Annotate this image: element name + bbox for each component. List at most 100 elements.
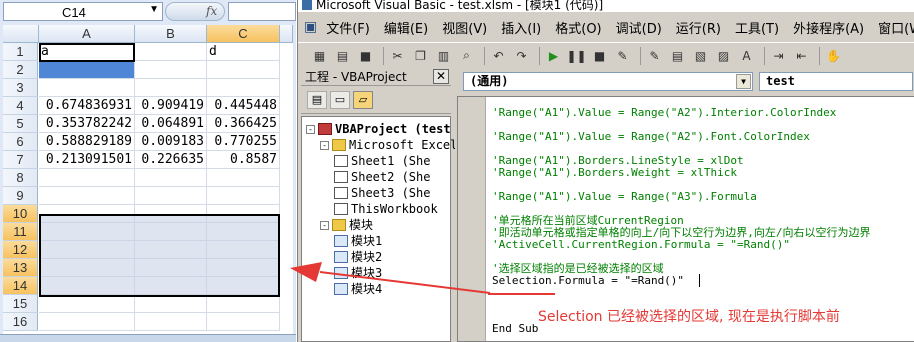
cell-c4[interactable]: 0.445448	[207, 97, 280, 115]
properties-icon[interactable]: ▤	[668, 46, 687, 65]
tree-node[interactable]: 模块2	[334, 249, 382, 265]
tree-node[interactable]: - Microsoft Excel	[320, 137, 457, 153]
cell-b3[interactable]	[135, 79, 207, 97]
collapse-icon[interactable]: -	[306, 124, 315, 134]
cell-b2[interactable]	[135, 61, 207, 79]
row-header-13[interactable]: 13	[3, 259, 38, 277]
copy-icon[interactable]: ❐	[411, 46, 430, 65]
insert-userform-icon[interactable]: ▤	[333, 46, 352, 65]
cell-a6[interactable]: 0.588829189	[39, 133, 135, 151]
cell-a7[interactable]: 0.213091501	[39, 151, 135, 169]
tree-node[interactable]: 模块1	[334, 233, 382, 249]
cell-c2[interactable]	[207, 61, 280, 79]
tree-node[interactable]: Sheet2 (She	[334, 169, 430, 185]
cell-c1[interactable]: d	[207, 43, 280, 61]
tree-node[interactable]: ThisWorkbook	[334, 201, 438, 217]
tree-node[interactable]: Sheet3 (She	[334, 185, 430, 201]
selected-range[interactable]	[39, 214, 280, 297]
menu-item-7[interactable]: 工具(T)	[728, 18, 786, 37]
cell-a15[interactable]	[39, 295, 135, 313]
cell-b6[interactable]: 0.009183	[135, 133, 207, 151]
view-code-icon[interactable]: ▤	[307, 90, 327, 109]
cell-b1[interactable]	[135, 43, 207, 61]
code-comment-line[interactable]: 'Range("A1").Value = Range("A2").Interio…	[492, 105, 836, 120]
code-comment-line[interactable]: 'Range("A1").Borders.Weight = xlThick	[492, 165, 737, 180]
cell-b5[interactable]: 0.064891	[135, 115, 207, 133]
cell-a4[interactable]: 0.674836931	[39, 97, 135, 115]
reset-icon[interactable]: ■	[590, 46, 609, 65]
formula-bar-input[interactable]	[228, 2, 296, 21]
project-tree[interactable]: - VBAProject (test - Microsoft Excel Sheet1 …	[301, 116, 457, 342]
code-comment-line[interactable]: 'Range("A1").Value = Range("A3").Formula	[492, 189, 757, 204]
code-line[interactable]: End Sub	[492, 321, 538, 336]
menu-item-5[interactable]: 调试(D)	[609, 18, 669, 37]
insert-function-button[interactable]: fx	[165, 2, 225, 21]
procedure-dropdown[interactable]: test	[759, 72, 913, 91]
tree-node[interactable]: - 模块	[320, 217, 373, 233]
menu-item-4[interactable]: 格式(O)	[548, 18, 608, 37]
cell-b16[interactable]	[135, 313, 207, 331]
column-header-c[interactable]: C	[207, 25, 280, 43]
cell-a9[interactable]	[39, 187, 135, 205]
code-comment-line[interactable]: 'ActiveCell.CurrentRegion.Formula = "=Ra…	[492, 237, 790, 252]
hand-icon[interactable]: ✋	[824, 46, 843, 65]
code-comment-line[interactable]: 'Range("A1").Value = Range("A2").Font.Co…	[492, 129, 810, 144]
run-icon[interactable]: ▶	[544, 46, 563, 65]
name-box[interactable]: C14 ▼	[3, 2, 163, 21]
menu-item-8[interactable]: 外接程序(A)	[786, 18, 871, 37]
collapse-icon[interactable]: -	[320, 220, 329, 230]
menu-item-1[interactable]: 编辑(E)	[377, 18, 435, 37]
object-dropdown[interactable]: (通用) ▼	[463, 72, 753, 91]
row-header-4[interactable]: 4	[3, 97, 38, 115]
design-mode-icon[interactable]: ✎	[613, 46, 632, 65]
save-icon[interactable]: ■	[356, 46, 375, 65]
cell-a5[interactable]: 0.353782242	[39, 115, 135, 133]
row-header-12[interactable]: 12	[3, 241, 38, 259]
row-header-11[interactable]: 11	[3, 223, 38, 241]
sheet-tab-strip[interactable]	[0, 334, 296, 342]
row-header-5[interactable]: 5	[3, 115, 38, 133]
tree-node[interactable]: - VBAProject (test	[306, 121, 451, 137]
row-header-7[interactable]: 7	[3, 151, 38, 169]
redo-icon[interactable]: ↷	[512, 46, 531, 65]
cell-c8[interactable]	[207, 169, 280, 187]
project-explorer-icon[interactable]: ✎	[645, 46, 664, 65]
cell-a8[interactable]	[39, 169, 135, 187]
view-excel-icon[interactable]: ▦	[310, 46, 329, 65]
break-icon[interactable]: ❚❚	[566, 46, 586, 65]
row-header-3[interactable]: 3	[3, 79, 38, 97]
chevron-down-icon[interactable]: ▼	[149, 4, 159, 15]
cell-c7[interactable]: 0.8587	[207, 151, 280, 169]
column-header-b[interactable]: B	[135, 25, 207, 43]
paste-icon[interactable]: ▥	[434, 46, 453, 65]
row-header-14[interactable]: 14	[3, 277, 38, 295]
toolbox-icon[interactable]: ▨	[714, 46, 733, 65]
outdent-icon[interactable]: ⇤	[792, 46, 811, 65]
cell-b9[interactable]	[135, 187, 207, 205]
row-header-10[interactable]: 10	[3, 205, 38, 223]
tree-node[interactable]: 模块3	[334, 265, 382, 281]
undo-icon[interactable]: ↶	[489, 46, 508, 65]
indent-icon[interactable]: ⇥	[769, 46, 788, 65]
view-object-icon[interactable]: ▭	[330, 90, 350, 109]
tree-node[interactable]: 模块4	[334, 281, 382, 297]
cell-c9[interactable]	[207, 187, 280, 205]
cell-a16[interactable]	[39, 313, 135, 331]
cell-a3[interactable]	[39, 79, 135, 97]
menu-item-3[interactable]: 插入(I)	[494, 18, 548, 37]
row-header-2[interactable]: 2	[3, 61, 38, 79]
cell-b4[interactable]: 0.909419	[135, 97, 207, 115]
menu-item-6[interactable]: 运行(R)	[669, 18, 728, 37]
object-browser-icon[interactable]: ▧	[691, 46, 710, 65]
row-header-16[interactable]: 16	[3, 313, 38, 331]
row-header-6[interactable]: 6	[3, 133, 38, 151]
cell-a2[interactable]	[39, 61, 135, 79]
code-line[interactable]: Selection.Formula = "=Rand()"	[492, 273, 684, 288]
complete-word-icon[interactable]: A	[737, 46, 756, 65]
excel-view-icon[interactable]: ▣	[304, 18, 317, 36]
collapse-icon[interactable]: -	[320, 140, 329, 150]
cell-c6[interactable]: 0.770255	[207, 133, 280, 151]
menu-item-9[interactable]: 窗口(W)	[871, 18, 914, 37]
tree-node[interactable]: Sheet1 (She	[334, 153, 430, 169]
chevron-down-icon[interactable]: ▼	[736, 74, 751, 89]
